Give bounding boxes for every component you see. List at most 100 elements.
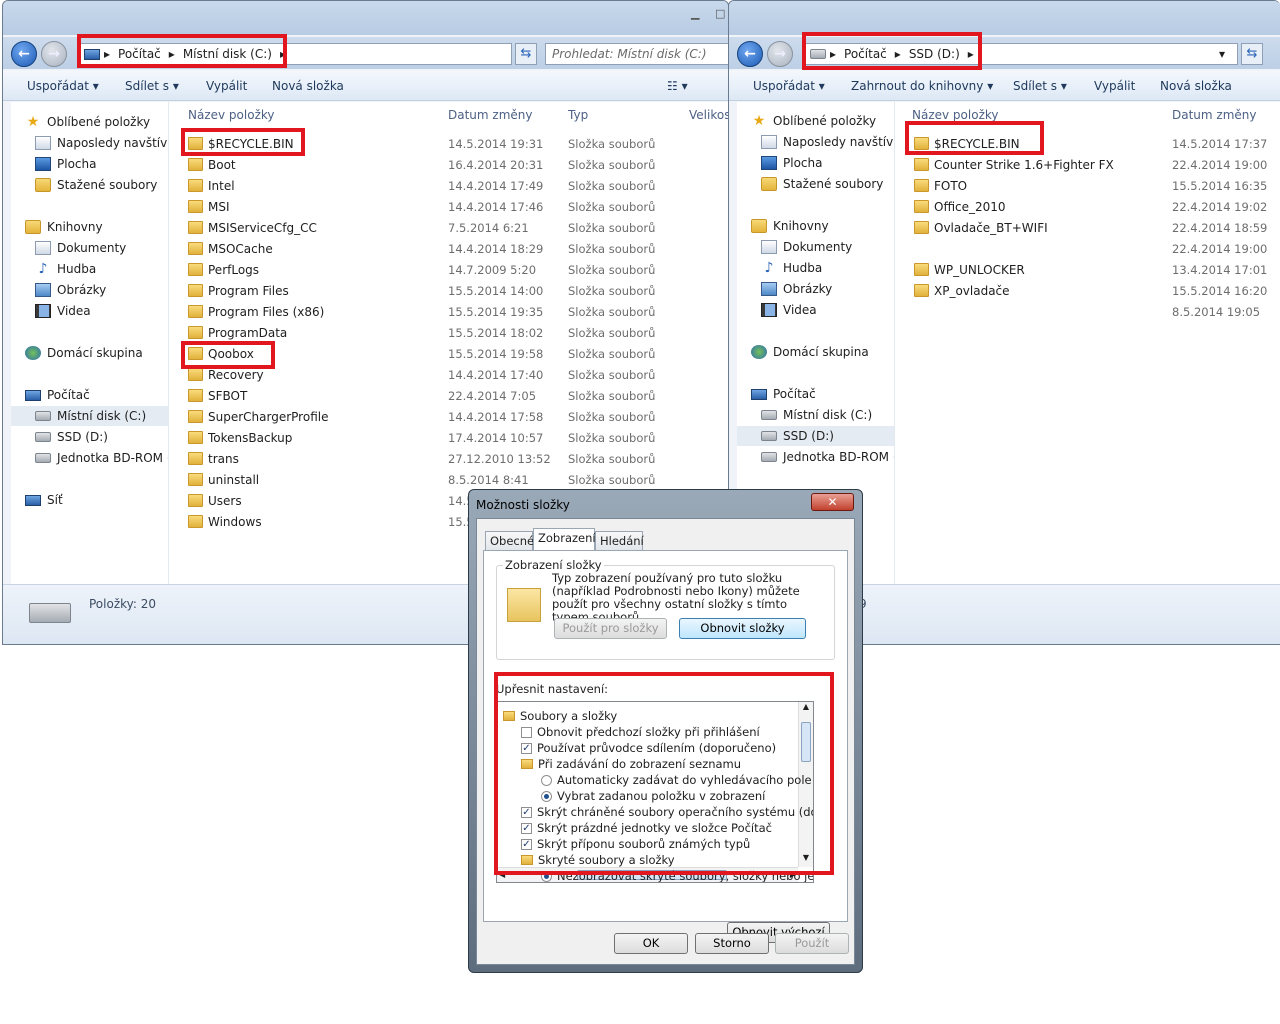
- settings-tree-item[interactable]: ✓ Používat průvodce sdílením (doporučeno): [521, 740, 776, 756]
- file-row[interactable]: XP_ovladače: [914, 280, 1010, 301]
- nav-videos[interactable]: Videa: [35, 301, 168, 321]
- chevron-down-icon[interactable]: ▾: [1219, 47, 1225, 61]
- file-row[interactable]: [914, 301, 934, 322]
- file-row[interactable]: PerfLogs: [188, 259, 259, 280]
- nav-libraries[interactable]: Knihovny: [25, 217, 168, 237]
- nav-music[interactable]: ♪ Hudba: [35, 259, 168, 279]
- reset-folders-button[interactable]: Obnovit složky: [679, 618, 806, 639]
- file-row[interactable]: MSI: [188, 196, 230, 217]
- address-bar[interactable]: ▸ Počítač ▸ Místní disk (C:) ▸: [79, 43, 512, 65]
- scroll-down-icon[interactable]: ▼: [800, 853, 812, 867]
- file-row[interactable]: MSIServiceCfg_CC: [188, 217, 317, 238]
- nav-downloads[interactable]: Stažené soubory: [35, 175, 168, 195]
- file-row[interactable]: [914, 238, 934, 259]
- tab-general[interactable]: Obecné: [485, 531, 534, 550]
- settings-tree-item[interactable]: Obnovit předchozí složky při přihlášení: [521, 724, 760, 740]
- settings-tree-item[interactable]: Vybrat zadanou položku v zobrazení: [541, 788, 765, 804]
- breadcrumb-drive-d[interactable]: SSD (D:): [909, 47, 960, 61]
- file-row[interactable]: Windows: [188, 511, 262, 532]
- column-date[interactable]: Datum změny: [1172, 108, 1257, 122]
- file-row[interactable]: Recovery: [188, 364, 264, 385]
- nav-documents[interactable]: Dokumenty: [35, 238, 168, 258]
- tab-view[interactable]: Zobrazení: [533, 528, 596, 551]
- settings-tree-item[interactable]: ✓ Skrýt prázdné jednotky ve složce Počíta…: [521, 820, 772, 836]
- nav-documents[interactable]: Dokumenty: [761, 237, 894, 257]
- view-options-icon[interactable]: ☷ ▾: [667, 79, 688, 93]
- scroll-up-icon[interactable]: ▲: [800, 702, 812, 716]
- organize-button[interactable]: Uspořádat ▾: [753, 79, 825, 93]
- settings-tree-item[interactable]: ✓ Skrýt chráněné soubory operačního systé…: [521, 804, 813, 820]
- nav-downloads[interactable]: Stažené soubory: [761, 174, 894, 194]
- file-row[interactable]: $RECYCLE.BIN: [188, 133, 294, 154]
- nav-drive-c[interactable]: Místní disk (C:): [761, 405, 894, 425]
- address-bar[interactable]: ▸ Počítač ▸ SSD (D:) ▸ ▾: [805, 43, 1238, 65]
- ok-button[interactable]: OK: [614, 933, 688, 954]
- back-button[interactable]: ←: [11, 41, 37, 67]
- forward-button[interactable]: →: [41, 41, 67, 67]
- checkbox[interactable]: ✓: [521, 806, 532, 818]
- checkbox[interactable]: ✓: [521, 742, 532, 754]
- nav-desktop[interactable]: Plocha: [761, 153, 894, 173]
- file-row[interactable]: SuperChargerProfile: [188, 406, 328, 427]
- new-folder-button[interactable]: Nová složka: [1160, 79, 1232, 93]
- nav-computer[interactable]: Počítač: [751, 384, 894, 404]
- close-button[interactable]: ✕: [811, 493, 854, 511]
- burn-button[interactable]: Vypálit: [1094, 79, 1135, 93]
- file-row[interactable]: Counter Strike 1.6+Fighter FX: [914, 154, 1114, 175]
- radio-button[interactable]: [541, 870, 552, 882]
- file-row[interactable]: $RECYCLE.BIN: [914, 133, 1020, 154]
- file-row[interactable]: Qoobox: [188, 343, 254, 364]
- nav-homegroup[interactable]: Domácí skupina: [751, 342, 894, 362]
- nav-recent[interactable]: Naposledy navštíver: [761, 132, 894, 152]
- share-with-button[interactable]: Sdílet s ▾: [125, 79, 179, 93]
- settings-tree-item[interactable]: ✓ Skrýt příponu souborů známých typů: [521, 836, 750, 852]
- file-row[interactable]: uninstall: [188, 469, 259, 490]
- file-row[interactable]: Ovladače_BT+WIFI: [914, 217, 1048, 238]
- radio-button[interactable]: [541, 790, 552, 802]
- tab-search[interactable]: Hledání: [595, 531, 644, 550]
- checkbox[interactable]: ✓: [521, 838, 532, 850]
- new-folder-button[interactable]: Nová složka: [272, 79, 344, 93]
- cancel-button[interactable]: Storno: [695, 933, 769, 954]
- column-type[interactable]: Typ: [568, 108, 588, 122]
- search-input[interactable]: Prohledat: Místní disk (C:): [545, 43, 728, 65]
- file-row[interactable]: trans: [188, 448, 239, 469]
- refresh-button[interactable]: ⇆: [1241, 43, 1263, 65]
- radio-button[interactable]: [541, 774, 552, 786]
- minimize-icon[interactable]: ▁: [691, 7, 699, 20]
- settings-tree-item[interactable]: Nezobrazovat skryté soubory, složky nebo…: [541, 868, 813, 882]
- nav-bd-rom[interactable]: Jednotka BD-ROM (: [35, 448, 168, 468]
- nav-homegroup[interactable]: Domácí skupina: [25, 343, 168, 363]
- nav-drive-d[interactable]: SSD (D:): [737, 426, 894, 446]
- file-row[interactable]: TokensBackup: [188, 427, 292, 448]
- nav-bd-rom[interactable]: Jednotka BD-ROM (: [761, 447, 894, 467]
- nav-drive-c[interactable]: Místní disk (C:): [11, 406, 168, 426]
- column-name[interactable]: Název položky: [912, 108, 998, 122]
- nav-recent[interactable]: Naposledy navštíver: [35, 133, 168, 153]
- file-row[interactable]: ProgramData: [188, 322, 287, 343]
- breadcrumb-computer[interactable]: Počítač: [844, 47, 887, 61]
- column-size[interactable]: Velikost: [689, 108, 728, 122]
- maximize-icon[interactable]: □: [715, 7, 725, 20]
- file-row[interactable]: WP_UNLOCKER: [914, 259, 1025, 280]
- back-button[interactable]: ←: [737, 41, 763, 67]
- nav-computer[interactable]: Počítač: [25, 385, 168, 405]
- include-in-library-button[interactable]: Zahrnout do knihovny ▾: [851, 79, 993, 93]
- nav-pictures[interactable]: Obrázky: [35, 280, 168, 300]
- file-row[interactable]: FOTO: [914, 175, 967, 196]
- nav-favorites[interactable]: ★ Oblíbené položky: [25, 112, 168, 132]
- scroll-thumb[interactable]: [801, 722, 811, 762]
- column-date[interactable]: Datum změny: [448, 108, 533, 122]
- nav-pictures[interactable]: Obrázky: [761, 279, 894, 299]
- checkbox[interactable]: [521, 726, 532, 738]
- refresh-button[interactable]: ⇆: [515, 43, 537, 65]
- nav-libraries[interactable]: Knihovny: [751, 216, 894, 236]
- nav-favorites[interactable]: ★ Oblíbené položky: [751, 111, 894, 131]
- file-row[interactable]: Intel: [188, 175, 235, 196]
- column-name[interactable]: Název položky: [188, 108, 274, 122]
- file-row[interactable]: Boot: [188, 154, 236, 175]
- breadcrumb-computer[interactable]: Počítač: [118, 47, 161, 61]
- apply-to-folders-button[interactable]: Použít pro složky: [554, 618, 667, 639]
- share-with-button[interactable]: Sdílet s ▾: [1013, 79, 1067, 93]
- forward-button[interactable]: →: [767, 41, 793, 67]
